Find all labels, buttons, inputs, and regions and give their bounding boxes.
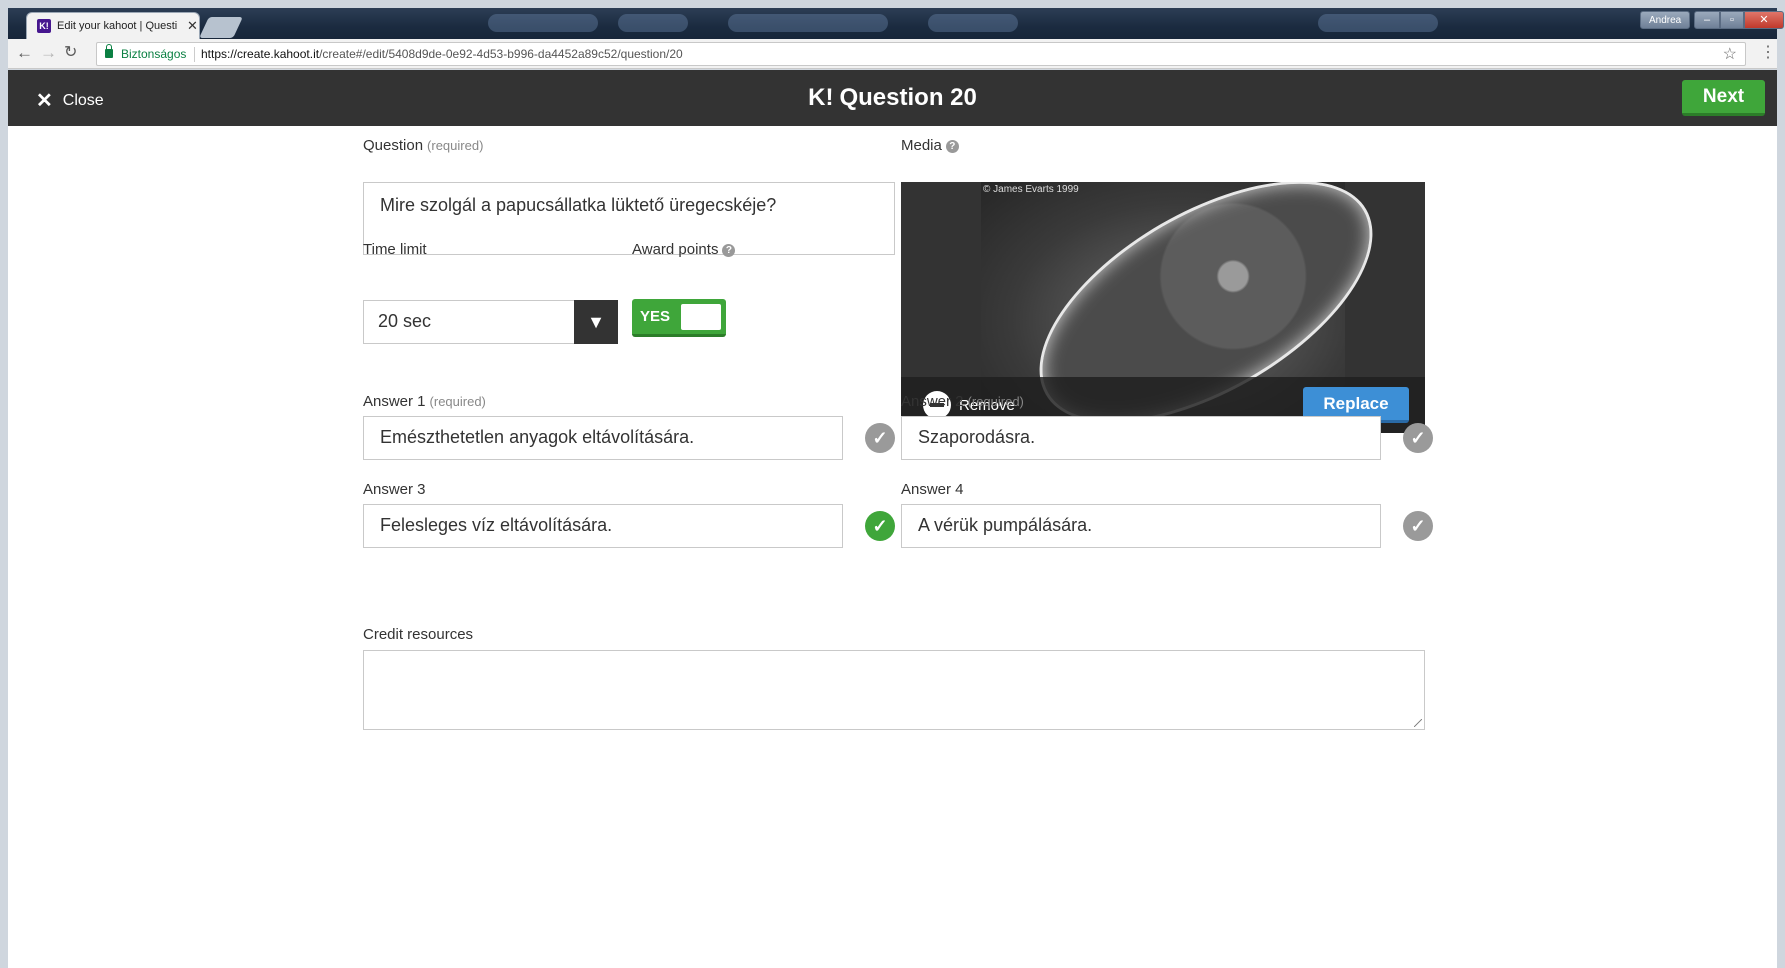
- credit-resources-label: Credit resources: [363, 626, 474, 643]
- help-icon[interactable]: ?: [722, 244, 736, 257]
- dropdown-arrow-icon[interactable]: ▼: [574, 300, 618, 344]
- browser-window: K! Edit your kahoot | Questi ✕ Andrea – …: [0, 0, 1785, 968]
- answer-1-label: Answer 1 (required): [363, 393, 486, 410]
- back-arrow-icon[interactable]: ←: [16, 43, 33, 63]
- question-input[interactable]: Mire szolgál a papucsállatka lüktető üre…: [363, 182, 895, 255]
- resize-handle-icon[interactable]: [1414, 719, 1422, 727]
- answer-2-input[interactable]: Szaporodásra.: [901, 416, 1381, 460]
- answer-1-input[interactable]: Emészthetetlen anyagok eltávolítására.: [363, 416, 843, 460]
- maximize-button[interactable]: ▫: [1720, 11, 1744, 29]
- kahoot-favicon-icon: K!: [37, 19, 51, 33]
- answer-2-label: Answer 2 (required): [901, 393, 1024, 410]
- toggle-state-text: YES: [640, 308, 671, 325]
- kahoot-logo-icon: K!: [808, 84, 834, 111]
- help-icon[interactable]: ?: [945, 140, 959, 153]
- url-text: https://create.kahoot.it/create#/edit/54…: [201, 47, 683, 61]
- credit-resources-textarea[interactable]: [363, 650, 1425, 730]
- answer-3-label: Answer 3: [363, 481, 426, 498]
- media-label: Media?: [901, 137, 959, 154]
- answer-4-correct-toggle-icon[interactable]: ✓: [1403, 511, 1433, 541]
- kahoot-editor: ✕ Close K! Question 20 Next Question (requ…: [8, 70, 1777, 968]
- browser-toolbar: ← → ↻ Biztonságos https://create.kahoot.…: [8, 39, 1777, 69]
- toggle-knob: [681, 304, 721, 330]
- security-indicator: Biztonságos: [121, 47, 187, 61]
- answer-4-input[interactable]: A vérük pumpálására.: [901, 504, 1381, 548]
- page-title: K! Question 20: [808, 84, 977, 111]
- time-limit-label: Time limit: [363, 241, 427, 258]
- answer-2-correct-toggle-icon[interactable]: ✓: [1403, 423, 1433, 453]
- browser-tab[interactable]: K! Edit your kahoot | Questi ✕: [26, 12, 200, 39]
- next-button[interactable]: Next: [1682, 80, 1765, 116]
- editor-header: ✕ Close K! Question 20 Next: [8, 70, 1777, 126]
- new-tab-button[interactable]: [199, 17, 243, 38]
- time-limit-value: 20 sec: [378, 311, 432, 331]
- profile-button[interactable]: Andrea: [1640, 11, 1691, 29]
- minimize-button[interactable]: –: [1694, 11, 1720, 29]
- lock-icon: [105, 44, 113, 58]
- reload-icon[interactable]: ↻: [64, 43, 77, 63]
- award-points-toggle[interactable]: YES: [632, 299, 726, 337]
- tab-close-icon[interactable]: ✕: [187, 18, 198, 34]
- time-limit-select[interactable]: 20 sec ▼: [363, 300, 618, 344]
- answer-4-label: Answer 4: [901, 481, 964, 498]
- address-bar[interactable]: Biztonságos https://create.kahoot.it/cre…: [96, 42, 1746, 66]
- window-close-button[interactable]: ✕: [1744, 11, 1784, 29]
- browser-title-bar: K! Edit your kahoot | Questi ✕ Andrea – …: [8, 8, 1784, 39]
- image-credit: © James Evarts 1999: [983, 184, 1079, 195]
- answer-1-correct-toggle-icon[interactable]: ✓: [865, 423, 895, 453]
- bookmark-star-icon[interactable]: ☆: [1723, 44, 1737, 64]
- award-points-label: Award points?: [632, 241, 736, 258]
- answer-3-correct-toggle-icon[interactable]: ✓: [865, 511, 895, 541]
- browser-menu-icon[interactable]: ⋮: [1760, 42, 1776, 62]
- forward-arrow-icon[interactable]: →: [40, 43, 57, 63]
- answer-3-input[interactable]: Felesleges víz eltávolítására.: [363, 504, 843, 548]
- question-label: Question (required): [363, 137, 484, 154]
- tab-title: Edit your kahoot | Questi: [57, 20, 178, 32]
